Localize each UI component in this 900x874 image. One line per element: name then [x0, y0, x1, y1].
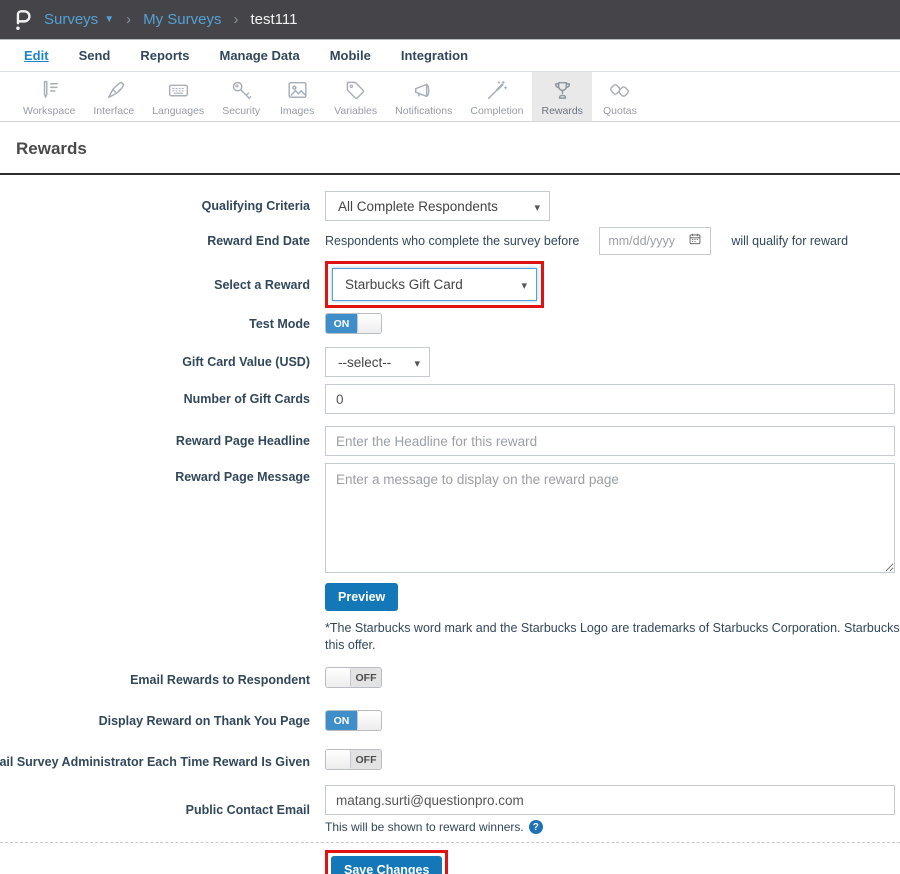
toolbar-item-variables[interactable]: Variables — [325, 72, 386, 121]
page-title: Rewards — [16, 139, 900, 159]
toggle-state-text: OFF — [351, 750, 381, 769]
chain-links-icon — [607, 78, 632, 103]
select-reward-label: Select a Reward — [214, 278, 310, 292]
test-mode-label: Test Mode — [249, 317, 310, 331]
annotation-highlight-box: Starbucks Gift Card — [325, 261, 544, 308]
reward-message-textarea[interactable] — [325, 463, 895, 573]
end-date-suffix-text: will qualify for reward — [731, 234, 848, 248]
toggle-knob — [357, 314, 381, 333]
toggle-knob — [326, 668, 351, 687]
trophy-icon — [550, 78, 575, 103]
toolbar-item-label: Quotas — [603, 105, 637, 117]
breadcrumb-separator-icon: › — [231, 11, 240, 28]
qualifying-criteria-select[interactable]: All Complete Respondents — [325, 191, 550, 221]
main-tab-nav: Edit Send Reports Manage Data Mobile Int… — [0, 40, 900, 72]
toolbar-item-workspace[interactable]: Workspace — [14, 72, 84, 121]
toolbar-item-completion[interactable]: Completion — [461, 72, 532, 121]
selected-value: Starbucks Gift Card — [345, 277, 463, 292]
toolbar-item-label: Notifications — [395, 105, 452, 117]
toolbar-item-label: Security — [222, 105, 260, 117]
megaphone-icon — [411, 78, 436, 103]
toolbar-item-images[interactable]: Images — [269, 72, 325, 121]
tab-integration[interactable]: Integration — [401, 48, 468, 63]
rewards-form: Qualifying Criteria All Complete Respond… — [0, 175, 900, 874]
toolbar-item-security[interactable]: Security — [213, 72, 269, 121]
save-section-divider — [0, 842, 900, 843]
num-gift-cards-label: Number of Gift Cards — [184, 392, 310, 406]
toolbar-item-label: Languages — [152, 105, 204, 117]
public-email-input[interactable] — [325, 785, 895, 815]
toolbar-item-rewards[interactable]: Rewards — [532, 72, 591, 121]
email-admin-toggle[interactable]: OFF — [325, 749, 382, 770]
pencil-list-icon — [37, 78, 62, 103]
chevron-down-icon[interactable]: ▼ — [104, 14, 114, 25]
top-header: Surveys ▼ › My Surveys › test111 — [0, 0, 900, 40]
test-mode-toggle[interactable]: ON — [325, 313, 382, 334]
reward-end-date-input[interactable]: mm/dd/yyyy — [599, 227, 711, 255]
num-gift-cards-input[interactable] — [325, 384, 895, 414]
display-reward-label: Display Reward on Thank You Page — [99, 714, 310, 728]
toolbar-item-label: Rewards — [541, 105, 582, 117]
reward-headline-label: Reward Page Headline — [176, 434, 310, 448]
toggle-knob — [326, 750, 351, 769]
gift-card-value-label: Gift Card Value (USD) — [182, 355, 310, 369]
gift-card-value-select[interactable]: --select-- — [325, 347, 430, 377]
toolbar-item-notifications[interactable]: Notifications — [386, 72, 461, 121]
toolbar-item-interface[interactable]: Interface — [84, 72, 143, 121]
selected-value: --select-- — [338, 355, 391, 370]
tab-reports[interactable]: Reports — [140, 48, 189, 63]
annotation-highlight-box: Save Changes — [325, 850, 448, 874]
reward-headline-input[interactable] — [325, 426, 895, 456]
save-changes-button[interactable]: Save Changes — [331, 856, 442, 874]
qualifying-criteria-label: Qualifying Criteria — [202, 199, 310, 213]
breadcrumb-my-surveys[interactable]: My Surveys — [143, 11, 221, 28]
toggle-knob — [357, 711, 381, 730]
tab-edit[interactable]: Edit — [24, 48, 49, 63]
breadcrumb-surveys[interactable]: Surveys — [44, 11, 98, 28]
key-icon — [229, 78, 254, 103]
date-placeholder: mm/dd/yyyy — [608, 234, 675, 248]
tab-manage-data[interactable]: Manage Data — [219, 48, 299, 63]
dropdown-caret-icon — [414, 355, 420, 370]
toolbar-item-label: Variables — [334, 105, 377, 117]
email-rewards-label: Email Rewards to Respondent — [130, 673, 310, 687]
toggle-state-text: OFF — [351, 668, 381, 687]
toolbar-item-label: Workspace — [23, 105, 75, 117]
dropdown-caret-icon — [521, 277, 527, 292]
keyboard-icon — [166, 78, 191, 103]
tab-send[interactable]: Send — [79, 48, 111, 63]
breadcrumb-current-survey: test111 — [250, 11, 297, 28]
display-reward-toggle[interactable]: ON — [325, 710, 382, 731]
tab-mobile[interactable]: Mobile — [330, 48, 371, 63]
selected-value: All Complete Respondents — [338, 199, 498, 214]
reward-end-date-label: Reward End Date — [207, 234, 310, 248]
tag-icon — [343, 78, 368, 103]
picture-icon — [285, 78, 310, 103]
toggle-state-text: ON — [326, 314, 357, 333]
toolbar-item-label: Images — [280, 105, 314, 117]
breadcrumb-separator-icon: › — [124, 11, 133, 28]
email-rewards-toggle[interactable]: OFF — [325, 667, 382, 688]
reward-message-label: Reward Page Message — [175, 470, 310, 484]
select-reward-select[interactable]: Starbucks Gift Card — [332, 268, 537, 301]
preview-button[interactable]: Preview — [325, 583, 398, 611]
public-email-label: Public Contact Email — [186, 803, 310, 817]
questionpro-logo-icon[interactable] — [12, 7, 34, 33]
public-email-helper-text: This will be shown to reward winners. — [325, 820, 524, 834]
toggle-state-text: ON — [326, 711, 357, 730]
toolbar-item-label: Completion — [470, 105, 523, 117]
calendar-icon[interactable] — [688, 232, 702, 251]
toolbar-item-languages[interactable]: Languages — [143, 72, 213, 121]
toolbar-item-quotas[interactable]: Quotas — [592, 72, 648, 121]
end-date-prefix-text: Respondents who complete the survey befo… — [325, 234, 579, 248]
magic-wand-icon — [484, 78, 509, 103]
email-admin-label: Email Survey Administrator Each Time Rew… — [0, 755, 310, 769]
toolbar-item-label: Interface — [93, 105, 134, 117]
help-icon[interactable] — [529, 820, 543, 834]
dropdown-caret-icon — [534, 199, 540, 214]
pen-knife-icon — [101, 78, 126, 103]
starbucks-disclaimer-text: *The Starbucks word mark and the Starbuc… — [325, 620, 900, 653]
edit-icon-toolbar: Workspace Interface Languages Security I… — [0, 72, 900, 122]
